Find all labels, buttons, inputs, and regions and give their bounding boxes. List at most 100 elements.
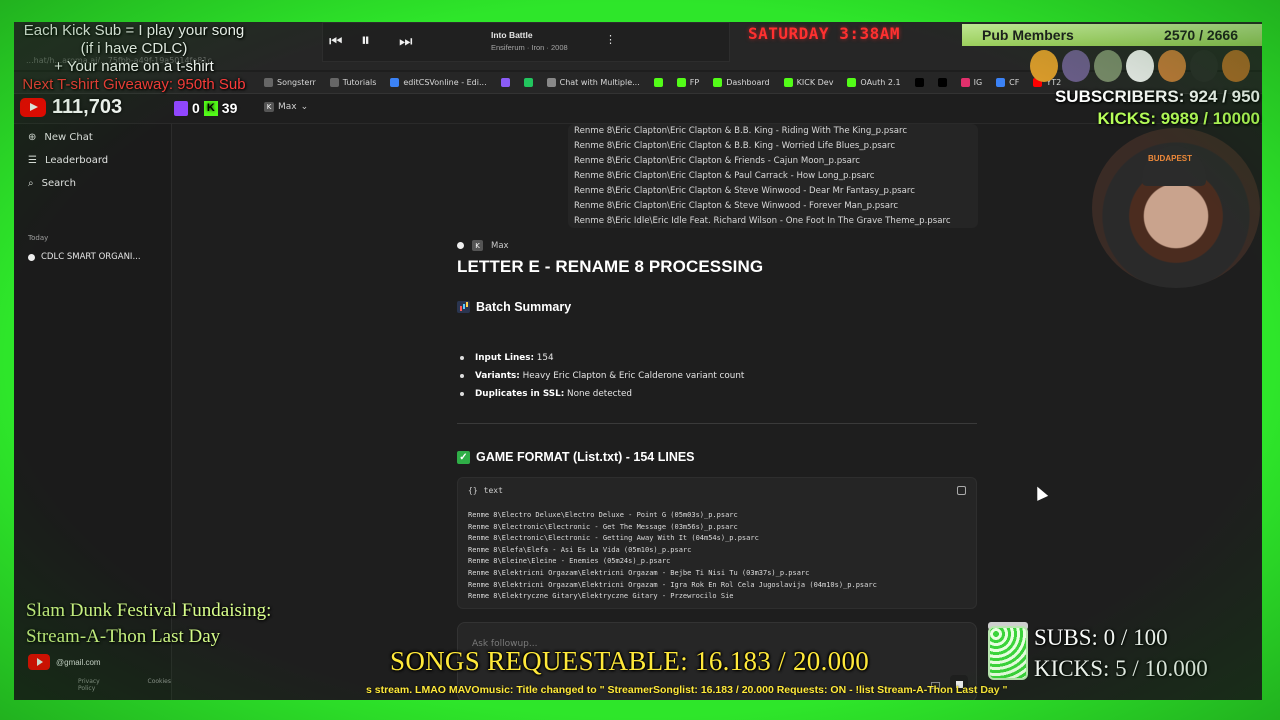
sidebar-item-new-chat[interactable]: ⊕ New Chat — [28, 132, 93, 143]
bar-chart-icon — [457, 301, 470, 313]
bookmark-item[interactable] — [500, 78, 510, 87]
chat-history-item[interactable]: CDLC SMART ORGANI... — [28, 252, 141, 262]
songs-requestable: SONGS REQUESTABLE: 16.183 / 20.000 — [390, 646, 870, 676]
sidebar-item-label: New Chat — [44, 132, 93, 143]
bookmark-label: Tutorials — [342, 78, 377, 87]
youtube-icon — [28, 654, 50, 670]
bookmark-icon — [847, 78, 857, 87]
check-icon: ✓ — [457, 450, 470, 464]
bookmark-item[interactable]: editCSVonline - Edi... — [390, 78, 487, 87]
subscribers-count: SUBSCRIBERS: 924 / 950 — [1054, 87, 1260, 106]
model-icon: K — [264, 102, 274, 112]
avatar — [1190, 50, 1218, 82]
bullet-value: None detected — [564, 389, 632, 399]
divider — [457, 423, 977, 424]
assistant-dot-icon — [457, 242, 464, 249]
code-line: Renme 8\Eric Clapton\Eric Clapton & B.B.… — [574, 141, 896, 151]
bookmark-item[interactable] — [914, 78, 924, 87]
bookmark-item[interactable] — [523, 78, 533, 87]
kick-icon: K — [203, 100, 218, 116]
twitch-icon — [174, 100, 188, 116]
code-line: Renme 8\Electronic\Electronic - Getting … — [468, 534, 759, 543]
bookmark-item[interactable]: CF — [996, 78, 1019, 87]
bookmark-label: Chat with Multiple... — [559, 78, 640, 87]
bookmark-label: FP — [689, 78, 700, 87]
code-line: Renme 8\Elektryczne Gitary\Elektryczne G… — [468, 592, 734, 601]
youtube-count: 111,703 — [52, 96, 123, 118]
next-track-icon[interactable]: ⏭ — [399, 33, 413, 50]
bookmark-item[interactable]: FP — [676, 78, 700, 87]
sidebar-item-search[interactable]: ⌕ Search — [28, 178, 76, 189]
giveaway-line: Next T-shirt Giveaway: 950th Sub — [22, 76, 246, 93]
copy-icon[interactable] — [957, 486, 966, 495]
list-item: Duplicates in SSL: None detected — [459, 385, 744, 403]
code-line: Renme 8\Elektricni Orgazam\Elektricni Or… — [468, 580, 877, 589]
bookmark-icon — [676, 78, 686, 87]
fundraise-line: Stream-A-Thon Last Day — [26, 626, 221, 647]
music-player: ⏮ ⏸ ⏭ Into Battle Ensiferum · Iron · 200… — [322, 22, 730, 62]
promo-line: (if i have CDLC) — [80, 40, 188, 57]
youtube-icon — [20, 98, 46, 117]
previous-code-block: Renme 8\Eric Clapton\Eric Clapton & B.B.… — [568, 124, 978, 228]
kicks-goal: KICKS: 5 / 10.000 — [1034, 656, 1208, 681]
code-line: Renme 8\Elektricni Orgazam\Elektricni Or… — [468, 568, 810, 577]
search-icon: ⌕ — [28, 178, 34, 189]
code-line: Renme 8\Elefa\Elefa - Asi Es La Vida (05… — [468, 545, 692, 554]
bookmark-icon — [546, 78, 556, 87]
bookmark-icon — [500, 78, 510, 87]
list-icon: ☰ — [28, 155, 37, 166]
sidebar-footer: Privacy Policy Cookies — [78, 678, 171, 692]
game-format-heading: ✓ GAME FORMAT (List.txt) - 154 LINES — [457, 450, 695, 464]
bookmark-item[interactable]: Dashboard — [713, 78, 770, 87]
sidebar-item-label: Search — [41, 178, 76, 189]
bookmark-icon — [996, 78, 1006, 87]
bookmark-item[interactable]: Tutorials — [329, 78, 377, 87]
clock-display: SATURDAY 3:38AM — [748, 24, 900, 43]
bookmark-item[interactable] — [937, 78, 947, 87]
goal-counters: SUBS: 0 / 100 KICKS: 5 / 10.000 — [1034, 622, 1208, 684]
bookmark-item[interactable]: Songsterr — [264, 78, 316, 87]
bookmark-item[interactable]: KICK Dev — [783, 78, 834, 87]
bookmark-label: editCSVonline - Edi... — [403, 78, 487, 87]
bookmark-label: IG — [973, 78, 983, 87]
cookies-link[interactable]: Cookies — [148, 678, 172, 692]
bookmark-label: OAuth 2.1 — [860, 78, 901, 87]
pub-members-value: 2570 / 2666 — [1164, 27, 1238, 43]
pub-members-bar: Pub Members 2570 / 2666 — [962, 24, 1262, 46]
bookmark-icon — [523, 78, 533, 87]
chat-ticker: s stream. LMAO MAVOmusic: Title changed … — [366, 684, 1008, 696]
bookmark-item[interactable]: Chat with Multiple... — [546, 78, 640, 87]
code-line: Renme 8\Eric Clapton\Eric Clapton & Stev… — [574, 201, 899, 211]
pause-icon[interactable]: ⏸ — [361, 30, 370, 51]
bookmark-item[interactable] — [653, 78, 663, 87]
bookmark-icon — [937, 78, 947, 87]
privacy-policy-link[interactable]: Privacy Policy — [78, 678, 118, 692]
response-title: LETTER E - RENAME 8 PROCESSING — [457, 257, 764, 276]
beanie-text: BUDAPEST — [1148, 154, 1193, 163]
bookmark-label: KICK Dev — [796, 78, 834, 87]
track-subtitle: Ensiferum · Iron · 2008 — [491, 43, 568, 52]
member-avatars — [1030, 50, 1260, 88]
code-line: Renme 8\Electro Deluxe\Electro Deluxe - … — [468, 511, 738, 519]
assistant-icon: K — [472, 240, 483, 251]
bookmark-item[interactable]: OAuth 2.1 — [847, 78, 901, 87]
assistant-name: Max — [491, 240, 509, 251]
list-item: Input Lines: 154 — [459, 349, 744, 367]
bookmark-icon — [713, 78, 723, 87]
sidebar-item-leaderboard[interactable]: ☰ Leaderboard — [28, 155, 108, 166]
avatar — [1030, 50, 1058, 82]
section-label-today: Today — [28, 234, 49, 242]
kick-count: 39 — [221, 100, 238, 116]
bookmark-label: CF — [1009, 78, 1020, 87]
avatar — [1094, 50, 1122, 82]
previous-track-icon[interactable]: ⏮ — [329, 33, 343, 50]
bookmark-icon — [914, 78, 924, 87]
bookmark-icon — [960, 78, 970, 87]
email-text: @gmail.com — [56, 657, 101, 667]
code-line: Renme 8\Eric Clapton\Eric Clapton & Stev… — [574, 186, 915, 196]
bookmark-icon — [783, 78, 793, 87]
model-selector[interactable]: K Max ⌄ — [264, 102, 308, 112]
bookmark-item[interactable]: IG — [960, 78, 983, 87]
webcam-feed: BUDAPEST — [1092, 128, 1260, 288]
more-vertical-icon[interactable]: ⋮ — [605, 33, 616, 46]
